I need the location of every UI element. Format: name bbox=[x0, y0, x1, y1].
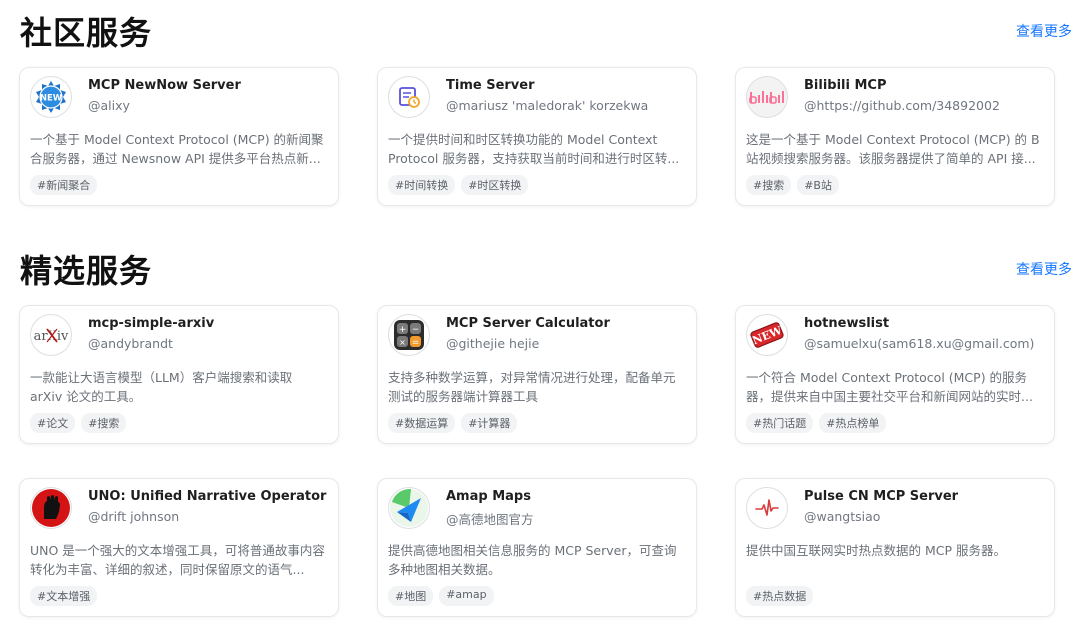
arxiv-logo-icon: arXiv bbox=[30, 314, 72, 356]
card-title: Pulse CN MCP Server bbox=[804, 489, 959, 504]
tag[interactable]: #热点榜单 bbox=[819, 413, 887, 433]
new-badge-icon: NEW bbox=[30, 76, 72, 118]
tag[interactable]: #热门话题 bbox=[746, 413, 814, 433]
tag[interactable]: #论文 bbox=[30, 413, 76, 433]
time-schedule-icon bbox=[388, 76, 430, 118]
see-more-link[interactable]: 查看更多 bbox=[1016, 259, 1072, 279]
tag-list: #文本增强 bbox=[30, 586, 328, 606]
card-description: 提供中国互联网实时热点数据的 MCP 服务器。 bbox=[746, 543, 1006, 558]
tag[interactable]: #新闻聚合 bbox=[30, 175, 98, 195]
card-author: @alixy bbox=[88, 98, 130, 113]
tag[interactable]: #搜索 bbox=[746, 175, 792, 195]
tag-list: #时间转换 #时区转换 bbox=[388, 175, 686, 195]
section-title: 精选服务 bbox=[20, 252, 153, 290]
card-author: @githejie hejie bbox=[446, 336, 540, 351]
tag-list: #论文 #搜索 bbox=[30, 413, 328, 433]
section-header-featured: 精选服务 查看更多 bbox=[20, 246, 1072, 292]
svg-text:×: × bbox=[399, 338, 406, 347]
tag-list: #地图 #amap bbox=[388, 586, 686, 606]
service-card[interactable]: Bilibili MCP @https://github.com/3489200… bbox=[735, 67, 1055, 206]
card-title: Amap Maps bbox=[446, 489, 531, 504]
service-card[interactable]: Pulse CN MCP Server @wangtsiao 提供中国互联网实时… bbox=[735, 478, 1055, 617]
card-description: 一个符合 Model Context Protocol (MCP) 的服务器，提… bbox=[746, 370, 1033, 404]
card-title: hotnewslist bbox=[804, 316, 890, 331]
tag[interactable]: #B站 bbox=[797, 175, 839, 195]
amap-logo-icon bbox=[388, 487, 430, 529]
bilibili-logo-icon bbox=[746, 76, 788, 118]
tag[interactable]: #计算器 bbox=[461, 413, 518, 433]
tag[interactable]: #热点数据 bbox=[746, 586, 814, 606]
service-card[interactable]: NEW hotnewslist @samuelxu(sam618.xu@gmai… bbox=[735, 305, 1055, 444]
card-author: @https://github.com/34892002 bbox=[804, 98, 1000, 113]
service-card[interactable]: Amap Maps @高德地图官方 提供高德地图相关信息服务的 MCP Serv… bbox=[377, 478, 697, 617]
section-title: 社区服务 bbox=[20, 14, 153, 52]
tag[interactable]: #时间转换 bbox=[388, 175, 456, 195]
card-description: UNO 是一个强大的文本增强工具，可将普通故事内容转化为丰富、详细的叙述，同时保… bbox=[30, 543, 325, 577]
tag[interactable]: #时区转换 bbox=[461, 175, 529, 195]
service-card[interactable]: Time Server @mariusz 'maledorak' korzekw… bbox=[377, 67, 697, 206]
tag[interactable]: #地图 bbox=[388, 586, 434, 606]
svg-text:+: + bbox=[399, 325, 407, 335]
service-card[interactable]: arXiv mcp-simple-arxiv @andybrandt 一款能让大… bbox=[19, 305, 339, 444]
service-card[interactable]: UNO: Unified Narrative Operator @drift j… bbox=[19, 478, 339, 617]
card-title: UNO: Unified Narrative Operator bbox=[88, 489, 327, 504]
tag-list: #数据运算 #计算器 bbox=[388, 413, 686, 433]
card-title: MCP NewNow Server bbox=[88, 78, 241, 93]
tag[interactable]: #数据运算 bbox=[388, 413, 456, 433]
card-description: 一款能让大语言模型（LLM）客户端搜索和读取 arXiv 论文的工具。 bbox=[30, 370, 293, 404]
service-card[interactable]: NEW MCP NewNow Server @alixy 一个基于 Model … bbox=[19, 67, 339, 206]
svg-text:=: = bbox=[412, 338, 420, 348]
tag[interactable]: #文本增强 bbox=[30, 586, 98, 606]
tag-list: #热门话题 #热点榜单 bbox=[746, 413, 1044, 433]
card-author: @andybrandt bbox=[88, 336, 173, 351]
card-description: 一个基于 Model Context Protocol (MCP) 的新闻聚合服… bbox=[30, 132, 324, 166]
tag-list: #新闻聚合 bbox=[30, 175, 328, 195]
tag[interactable]: #搜索 bbox=[81, 413, 127, 433]
card-title: MCP Server Calculator bbox=[446, 316, 610, 331]
tag[interactable]: #amap bbox=[439, 586, 494, 606]
card-title: Bilibili MCP bbox=[804, 78, 887, 93]
raised-fist-icon bbox=[30, 487, 72, 529]
section-header-community: 社区服务 查看更多 bbox=[20, 8, 1072, 54]
card-author: @drift johnson bbox=[88, 509, 180, 524]
card-description: 支持多种数学运算，对异常情况进行处理，配备单元测试的服务器端计算器工具 bbox=[388, 370, 676, 404]
card-author: @wangtsiao bbox=[804, 509, 881, 524]
calculator-icon: + − × = bbox=[388, 314, 430, 356]
svg-text:−: − bbox=[412, 325, 420, 335]
svg-text:NEW: NEW bbox=[40, 94, 63, 104]
card-description: 提供高德地图相关信息服务的 MCP Server，可查询多种地图相关数据。 bbox=[388, 543, 677, 577]
card-description: 这是一个基于 Model Context Protocol (MCP) 的 B … bbox=[746, 132, 1040, 166]
card-title: mcp-simple-arxiv bbox=[88, 316, 215, 331]
new-stamp-icon: NEW bbox=[746, 314, 788, 356]
pulse-icon bbox=[746, 487, 788, 529]
card-description: 一个提供时间和时区转换功能的 Model Context Protocol 服务… bbox=[388, 132, 680, 166]
card-author: @mariusz 'maledorak' korzekwa bbox=[446, 98, 649, 113]
card-title: Time Server bbox=[446, 78, 535, 93]
tag-list: #热点数据 bbox=[746, 586, 1044, 606]
card-author: @高德地图官方 bbox=[446, 512, 534, 527]
tag-list: #搜索 #B站 bbox=[746, 175, 1044, 195]
card-author: @samuelxu(sam618.xu@gmail.com) bbox=[804, 336, 1035, 351]
service-card[interactable]: + − × = MCP Server Calculator @githejie … bbox=[377, 305, 697, 444]
see-more-link[interactable]: 查看更多 bbox=[1016, 21, 1072, 41]
